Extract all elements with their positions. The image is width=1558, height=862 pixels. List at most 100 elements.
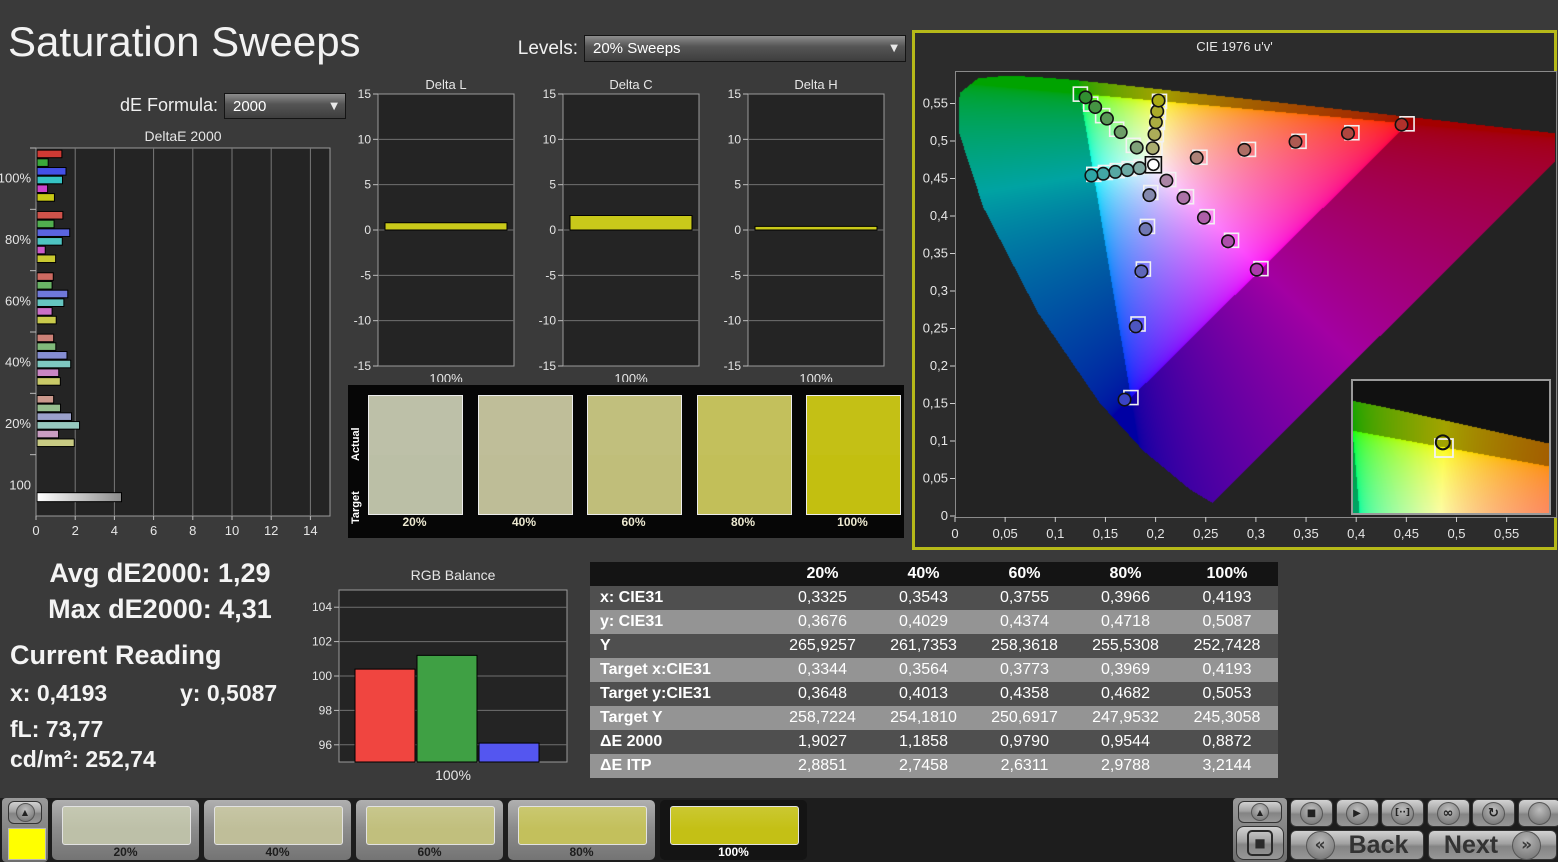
reading-cd: cd/m²: 252,74 [10,746,156,772]
axis-label: 0 [734,223,741,237]
infinity-button[interactable]: ∞ [1426,799,1470,827]
patch-up-button[interactable]: ▲ [8,801,42,824]
de-formula-value: 2000 [233,97,267,115]
blank-icon [1527,801,1551,825]
levels-label: Levels: [517,38,578,59]
axis-label: 100% [614,371,648,382]
table-cell: 0,9790 [974,730,1075,754]
play-icon: ▶ [1345,801,1369,825]
max-de-line: Max dE2000: 4,31 [48,594,272,624]
levels-dropdown[interactable]: 20% Sweeps ▼ [584,35,906,62]
table-cell: 0,4718 [1075,610,1176,634]
table-row: Y 265,9257 261,7353 258,3618 255,5308 252,742… [590,634,1278,658]
interval-button[interactable]: [··] [1381,799,1424,827]
table-row: ΔE ITP 2,8851 2,7458 2,6311 2,9788 3,2144 [590,754,1278,778]
axis-label: 0,1 [930,433,948,448]
level-tile-80%[interactable]: 80% [508,800,655,860]
level-tile-20%[interactable]: 20% [52,800,199,860]
table-row-label: x: CIE31 [590,586,772,610]
cie-measured-marker [1146,158,1160,172]
tile-label: 100% [718,845,749,859]
table-cell: 0,3755 [974,586,1075,610]
axis-label: 0 [549,223,556,237]
table-row: Target x:CIE31 0,3344 0,3564 0,3773 0,3969 0,… [590,658,1278,682]
table-cell: 261,7353 [873,634,974,658]
transport-up-button[interactable]: ▲ [1238,801,1282,823]
axis-label: 15 [543,87,557,101]
axis-label: 0,5 [930,133,948,148]
stop-square-icon: ■ [1247,830,1273,856]
level-tile-40%[interactable]: 40% [204,800,351,860]
next-button[interactable]: Next » [1428,830,1557,860]
table-cell: 265,9257 [772,634,873,658]
table-cell: 245,3058 [1176,706,1278,730]
level-tile-60%[interactable]: 60% [356,800,503,860]
chevron-down-icon: ▼ [330,100,338,112]
axis-label: 0 [32,523,39,538]
table-cell: 1,1858 [873,730,974,754]
table-cell: 0,4682 [1075,682,1176,706]
swatch-percent-label: 100% [837,515,868,529]
table-cell: 0,3344 [772,658,873,682]
axis-label: 100 [9,477,31,492]
axis-label: 0,55 [1494,526,1519,541]
axis-label: 8 [189,523,196,538]
patch-panel: ▲ [2,798,48,862]
table-row: x: CIE31 0,3325 0,3543 0,3755 0,3966 0,4193 [590,586,1278,610]
cie-measured-marker [1078,90,1093,105]
table-row-label: Y [590,634,772,658]
axis-label: 0,45 [923,171,948,186]
cie-measured-marker [1128,319,1143,334]
cie-measured-marker [1196,210,1211,225]
stop-measuring-button[interactable]: ■ [1236,826,1284,860]
axis-label: 100 [312,669,332,683]
cie-measured-marker [1159,173,1174,188]
axis-label: -10 [539,314,557,328]
cie-measured-marker [1096,166,1111,181]
axis-label: 0,25 [1193,526,1218,541]
swatch-percent-label: 60% [621,515,646,529]
axis-label: 20% [5,416,31,431]
table-cell: 254,1810 [873,706,974,730]
play-button[interactable]: ▶ [1335,799,1379,827]
actual-target-swatch [696,395,792,515]
axis-label: 0,2 [1147,526,1165,541]
back-label: Back [1348,830,1409,859]
actual-target-swatch [587,395,682,515]
table-cell: 0,5087 [1176,610,1278,634]
axis-label: 100% [435,767,471,780]
axis-label: DeltaE 2000 [144,128,221,144]
axis-label: 4 [111,523,118,538]
table-cell: 0,4374 [974,610,1075,634]
arrow-up-icon: ▲ [15,803,35,822]
axis-label: -5 [730,268,741,282]
axis-label: 104 [312,600,332,614]
axis-label: 80% [5,232,31,247]
tile-swatch [366,806,495,845]
table-row-label: Target y:CIE31 [590,682,772,706]
target-label: Target [350,491,362,525]
cie-measured-marker [1134,264,1149,279]
back-button[interactable]: « Back [1290,830,1424,860]
axis-label: 100% [429,371,463,382]
axis-label: 10 [728,132,742,146]
axis-label: 0,35 [1293,526,1318,541]
axis-label: 102 [312,635,332,649]
level-tile-100%[interactable]: 100% [660,800,807,860]
axis-label: -15 [354,359,372,373]
page-title: Saturation Sweeps [8,18,361,65]
infinity-icon: ∞ [1436,801,1460,825]
blank-button[interactable] [1517,799,1558,827]
table-cell: 252,7428 [1176,634,1278,658]
stop-button[interactable]: ■ [1290,799,1333,827]
de-formula-dropdown[interactable]: 2000 ▼ [224,93,346,119]
cie-measured-marker [1145,141,1160,156]
table-header-cell [590,562,772,586]
app-window: Saturation Sweeps dE Formula: 2000 ▼ Lev… [0,0,1558,862]
cie-measured-marker [1340,126,1355,141]
refresh-button[interactable]: ↻ [1472,799,1515,827]
table-cell: 0,4193 [1176,658,1278,682]
actual-target-swatch [368,395,463,515]
table-row-label: ΔE 2000 [590,730,772,754]
table-row: Target Y 258,7224 254,1810 250,6917 247,9532… [590,706,1278,730]
